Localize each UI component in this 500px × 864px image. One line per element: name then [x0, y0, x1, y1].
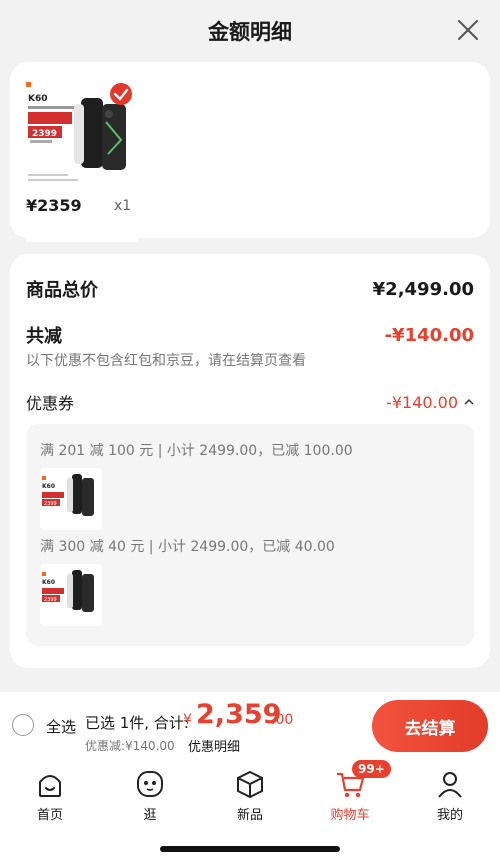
select-all-radio[interactable] [12, 714, 34, 736]
discount-detail-link[interactable]: 优惠明细 [188, 736, 240, 755]
box-icon [237, 770, 263, 799]
svg-text:K60: K60 [42, 579, 55, 586]
svg-text:2399: 2399 [44, 501, 57, 507]
amount-detail-card: 商品总价 ¥2,499.00 共减 -¥140.00 以下优惠不包含红包和京豆，… [10, 254, 490, 668]
close-icon[interactable] [456, 18, 480, 42]
user-icon [438, 772, 462, 798]
home-icon [39, 775, 61, 797]
coupon-line: 满 300 减 40 元 | 小计 2499.00，已减 40.00 [40, 539, 335, 555]
tab-home[interactable]: 首页 [10, 768, 90, 823]
checkout-button[interactable]: 去结算 [372, 700, 488, 752]
selected-count: 已选 1件, 合计: [85, 714, 189, 732]
coupon-product-thumb: K60 2399 [40, 468, 102, 530]
discount-note: 以下优惠不包含红包和京豆，请在结算页查看 [26, 353, 306, 369]
total-decimal: .00 [271, 712, 294, 728]
tab-me[interactable]: 我的 [410, 768, 490, 823]
discount-amount: 优惠减:¥140.00 [85, 739, 175, 753]
coupon-line: 满 201 减 100 元 | 小计 2499.00，已减 100.00 [40, 443, 353, 459]
tab-new-label: 新品 [236, 808, 263, 823]
total-value: ¥2,499.00 [372, 278, 474, 300]
total-row: 商品总价 ¥2,499.00 [26, 276, 474, 302]
product-card: K60 2399 ¥2359 x1 [10, 62, 490, 242]
product-qty: x1 [114, 198, 132, 214]
cart-badge: 99+ [352, 760, 391, 778]
header: 金额明细 [0, 0, 500, 62]
tab-me-label: 我的 [436, 808, 463, 823]
coupon-detail-box: 满 201 减 100 元 | 小计 2499.00，已减 100.00 K60… [26, 424, 474, 646]
total-currency: ¥ [183, 712, 192, 728]
tab-new[interactable]: 新品 [210, 768, 290, 823]
home-indicator [160, 846, 340, 852]
product-price: ¥2359 [26, 196, 82, 215]
svg-text:2399: 2399 [44, 597, 57, 603]
total-label: 商品总价 [26, 280, 98, 301]
coupon-value: -¥140.00 [386, 392, 458, 412]
total-amount: 2,359 [196, 699, 282, 730]
reduce-row: 共减 -¥140.00 [26, 322, 474, 348]
product-image[interactable]: K60 2399 [26, 82, 138, 242]
coupon-label: 优惠券 [26, 394, 75, 413]
tab-browse[interactable]: 逛 [110, 768, 190, 823]
browse-icon [137, 771, 163, 797]
checkout-bar: 全选 已选 1件, 合计: ¥ 2,359 .00 优惠减:¥140.00 优惠… [0, 692, 500, 760]
coupon-product-thumb: K60 2399 [40, 564, 102, 626]
tab-home-label: 首页 [36, 808, 63, 823]
reduce-value: -¥140.00 [384, 324, 474, 346]
chevron-up-icon[interactable] [464, 398, 474, 406]
page-title: 金额明细 [208, 20, 292, 44]
tab-browse-label: 逛 [143, 808, 157, 823]
svg-text:K60: K60 [42, 483, 55, 490]
svg-text:2399: 2399 [32, 129, 57, 139]
select-all-label[interactable]: 全选 [46, 716, 76, 737]
svg-text:K60: K60 [28, 94, 48, 104]
reduce-label: 共减 [26, 326, 62, 347]
coupon-row[interactable]: 优惠券 -¥140.00 [26, 390, 474, 414]
tab-cart-label: 购物车 [330, 808, 370, 823]
